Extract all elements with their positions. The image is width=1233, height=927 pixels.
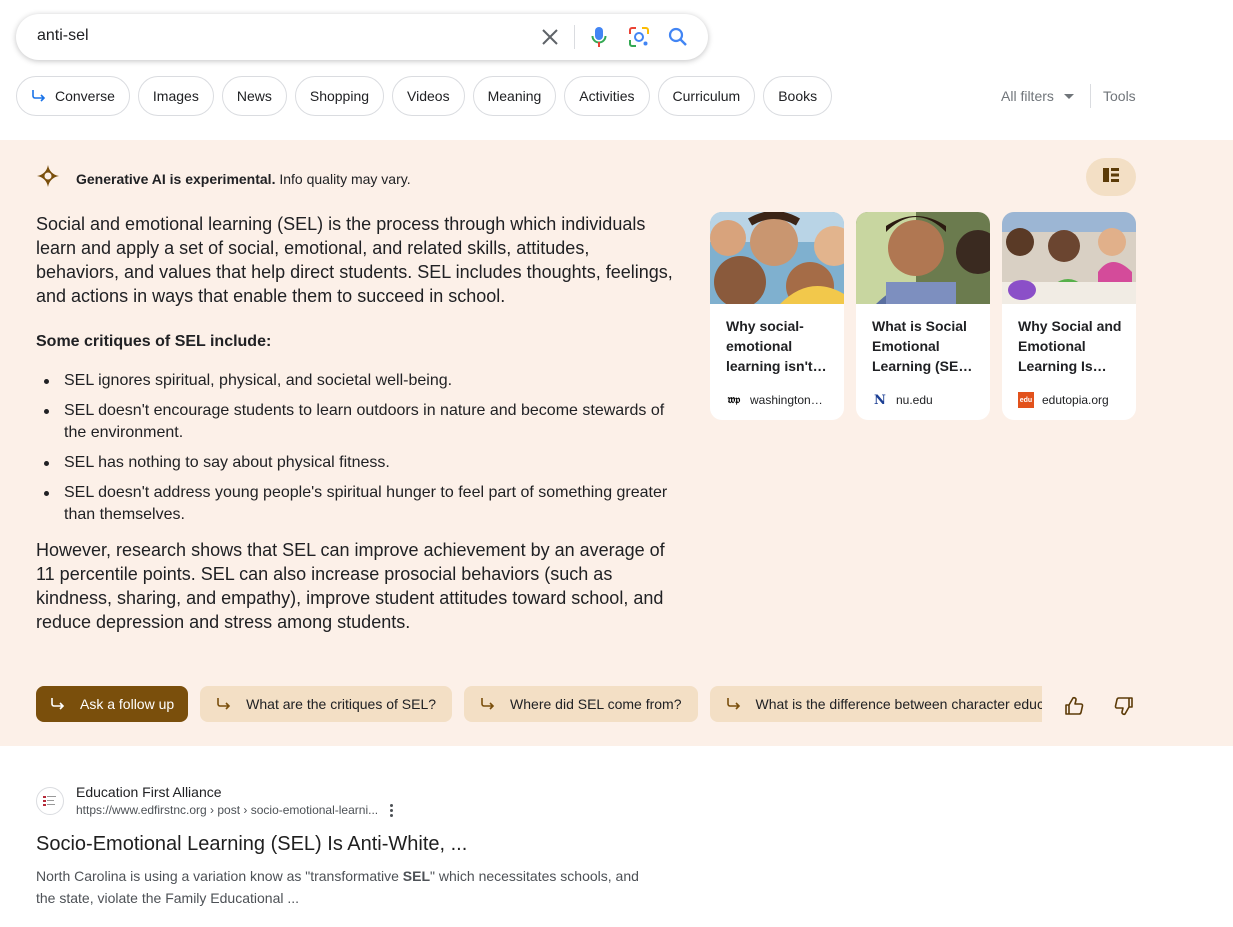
card-source: edu edutopia.org	[1018, 392, 1109, 408]
card-source-name: nu.edu	[896, 393, 933, 407]
ai-disclaimer-bold: Generative AI is experimental.	[76, 170, 276, 187]
more-options-icon[interactable]	[390, 803, 394, 817]
card-title: Why Social and Emotional Learning Is…	[1018, 318, 1122, 374]
followup-chip[interactable]: What is the difference between character…	[709, 686, 1043, 722]
card-image	[1002, 212, 1136, 304]
followup-chip[interactable]: Where did SEL come from?	[464, 686, 698, 722]
snippet-highlight: SEL	[402, 868, 431, 884]
source-card-washington[interactable]: Why social-emotional learning isn't… 𝔴𝔭 …	[710, 212, 844, 420]
ai-answer: Social and emotional learning (SEL) is t…	[36, 212, 676, 634]
layout-toggle-button[interactable]	[1086, 158, 1136, 196]
dropdown-caret-icon	[1063, 93, 1074, 99]
result-url-row: https://www.edfirstnc.org › post › socio…	[76, 801, 394, 819]
ai-closing: However, research shows that SEL can imp…	[36, 540, 665, 632]
list-item: SEL has nothing to say about physical fi…	[36, 452, 676, 474]
lens-icon[interactable]	[627, 25, 651, 49]
nu-favicon-icon: N	[874, 392, 886, 408]
chip-label: Activities	[579, 88, 635, 104]
card-source: N nu.edu	[872, 392, 933, 408]
chip-label: Meaning	[487, 88, 542, 104]
result-site: Education First Alliance https://www.edf…	[76, 783, 394, 819]
ask-followup-button[interactable]: Ask a follow up	[36, 686, 189, 722]
thumbs-down-icon[interactable]	[1114, 696, 1134, 716]
edutopia-favicon-icon: edu	[1018, 392, 1034, 408]
chip-label: Shopping	[309, 88, 370, 104]
chip-label: Images	[152, 88, 199, 104]
chip-meaning[interactable]: Meaning	[472, 76, 557, 116]
followup-label: What is the difference between character…	[755, 696, 1043, 712]
chip-converse[interactable]: Converse	[16, 76, 130, 116]
card-title: Why social-emotional learning isn't…	[726, 318, 827, 374]
card-title: What is Social Emotional Learning (SE…	[872, 318, 973, 374]
chip-shopping[interactable]: Shopping	[294, 76, 385, 116]
card-source: 𝔴𝔭 washington…	[726, 392, 823, 408]
chip-news[interactable]: News	[221, 76, 287, 116]
result-site-name: Education First Alliance	[76, 784, 222, 800]
ai-header: Generative AI is experimental. Info qual…	[36, 164, 411, 193]
search-result: Education First Alliance https://www.edf…	[36, 783, 656, 909]
ai-subheading: Some critiques of SEL include:	[36, 333, 272, 350]
ask-followup-label: Ask a follow up	[80, 696, 175, 712]
list-item: SEL doesn't address young people's spiri…	[36, 482, 676, 526]
followup-chip[interactable]: What are the critiques of SEL?	[200, 686, 453, 722]
card-image	[710, 212, 844, 304]
snippet-text: North Carolina is using a variation know…	[36, 868, 403, 884]
followup-row: Ask a follow up What are the critiques o…	[36, 686, 1042, 722]
ai-disclaimer: Generative AI is experimental. Info qual…	[76, 171, 411, 187]
chip-label: News	[236, 88, 272, 104]
search-icon[interactable]	[666, 25, 690, 49]
chip-videos[interactable]: Videos	[392, 76, 465, 116]
chip-images[interactable]: Images	[137, 76, 214, 116]
ai-intro: Social and emotional learning (SEL) is t…	[36, 214, 673, 306]
all-filters-label: All filters	[1001, 88, 1054, 104]
source-card-nu[interactable]: What is Social Emotional Learning (SE… N…	[856, 212, 990, 420]
card-image	[856, 212, 990, 304]
search-tabs: Converse Images News Shopping Videos Mea…	[16, 76, 833, 116]
search-bar[interactable]: anti-sel	[16, 14, 708, 60]
result-snippet: North Carolina is using a variation know…	[36, 865, 656, 909]
search-divider	[574, 25, 575, 49]
card-source-name: edutopia.org	[1042, 393, 1109, 407]
thumbs-up-icon[interactable]	[1064, 696, 1084, 716]
washington-post-favicon-icon: 𝔴𝔭	[727, 393, 741, 406]
layout-icon	[1103, 167, 1119, 187]
critiques-list: SEL ignores spiritual, physical, and soc…	[36, 370, 676, 526]
chip-curriculum[interactable]: Curriculum	[657, 76, 756, 116]
search-input[interactable]: anti-sel	[37, 27, 89, 45]
chip-books[interactable]: Books	[763, 76, 833, 116]
card-source-name: washington…	[750, 393, 823, 407]
chip-label: Curriculum	[672, 88, 741, 104]
result-title-link[interactable]: Socio-Emotional Learning (SEL) Is Anti-W…	[36, 831, 656, 857]
reply-arrow-icon	[480, 697, 496, 711]
tools-divider	[1090, 84, 1091, 108]
sparkle-icon	[36, 164, 60, 193]
followup-label: Where did SEL come from?	[510, 696, 682, 712]
chip-activities[interactable]: Activities	[564, 76, 650, 116]
tools-button[interactable]: Tools	[1103, 88, 1136, 104]
list-item: SEL doesn't encourage students to learn …	[36, 400, 676, 444]
ai-overview-panel: Generative AI is experimental. Info qual…	[0, 140, 1233, 746]
converse-arrow-icon	[31, 89, 47, 103]
close-icon[interactable]	[538, 25, 562, 49]
source-card-edutopia[interactable]: Why Social and Emotional Learning Is… ed…	[1002, 212, 1136, 420]
chip-label: Converse	[55, 88, 115, 104]
reply-arrow-icon	[216, 697, 232, 711]
chip-label: Books	[778, 88, 818, 104]
ai-disclaimer-rest: Info quality may vary.	[275, 170, 411, 187]
chip-label: Videos	[407, 88, 450, 104]
reply-arrow-icon	[50, 697, 66, 711]
list-item: SEL ignores spiritual, physical, and soc…	[36, 370, 676, 392]
all-filters-button[interactable]: All filters	[1001, 88, 1074, 104]
site-favicon-icon	[36, 787, 64, 815]
reply-arrow-icon	[726, 697, 742, 711]
result-url: https://www.edfirstnc.org › post › socio…	[76, 803, 379, 817]
result-header[interactable]: Education First Alliance https://www.edf…	[36, 783, 656, 819]
mic-icon[interactable]	[587, 25, 611, 49]
followup-label: What are the critiques of SEL?	[246, 696, 437, 712]
